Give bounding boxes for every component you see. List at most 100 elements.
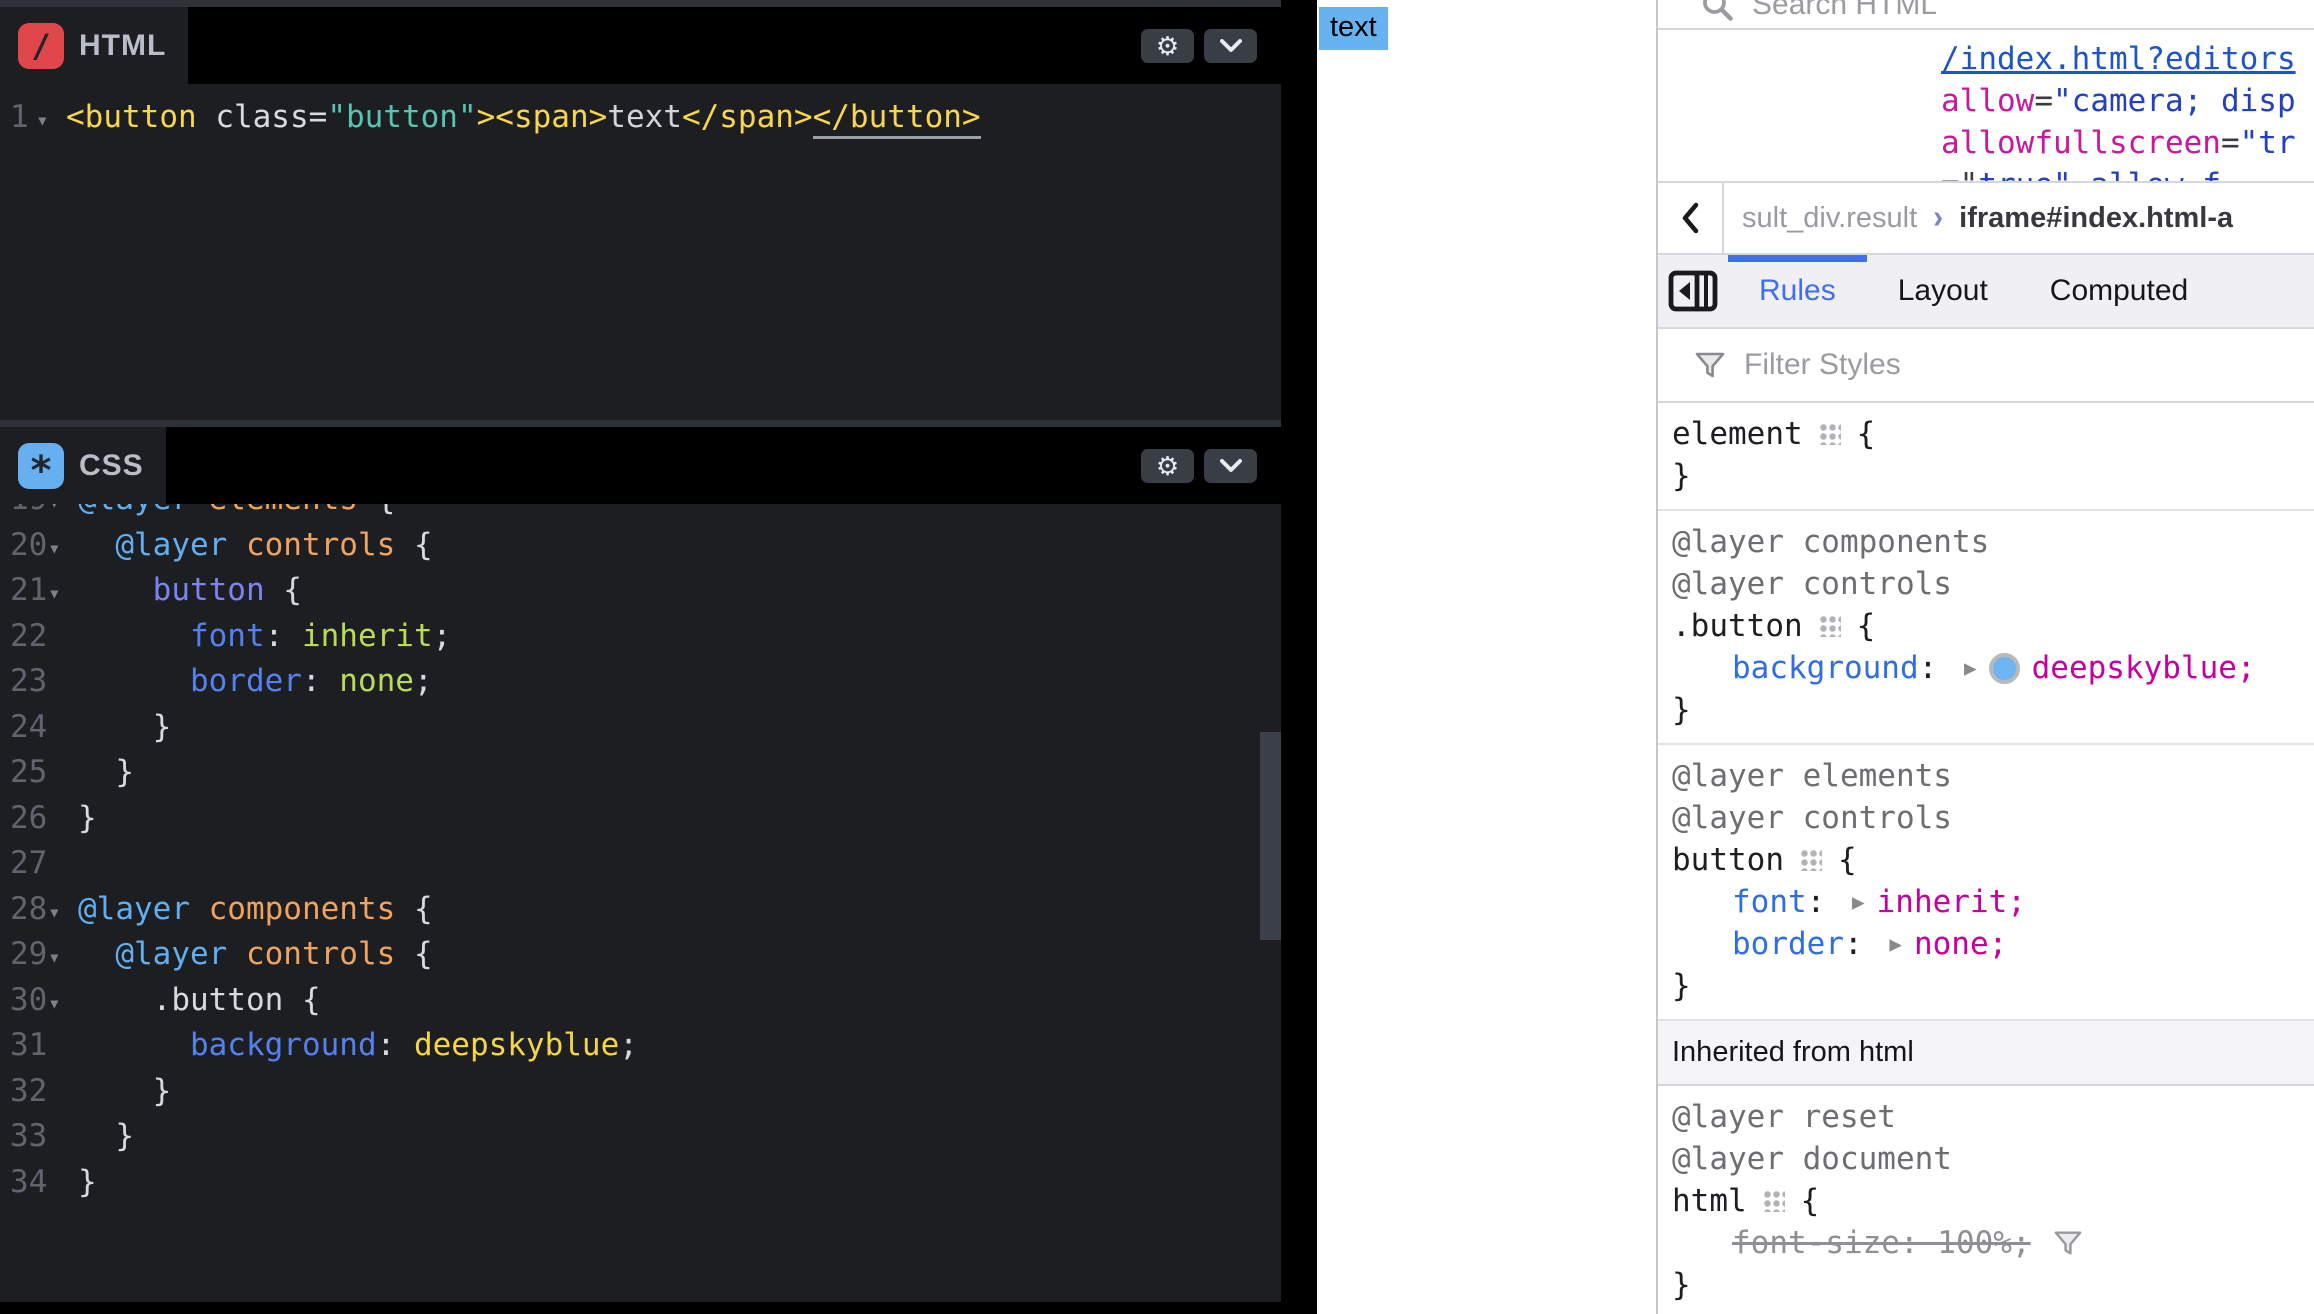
close-brace: } <box>1672 1264 2314 1306</box>
rule-selector[interactable]: button <box>1672 839 1784 881</box>
overridden-filter-icon[interactable] <box>2053 1228 2083 1258</box>
preview-text-button[interactable]: text <box>1319 7 1388 50</box>
token: ; <box>619 1027 638 1063</box>
code-line[interactable]: 28▾@layer components { <box>0 887 1281 933</box>
preview-pane: text <box>1317 0 1656 1314</box>
property-value[interactable]: none; <box>1914 923 2007 965</box>
fold-arrow-icon[interactable]: ▾ <box>48 571 78 617</box>
token: ; <box>414 663 433 699</box>
tab-layout[interactable]: Layout <box>1867 255 2019 327</box>
token: { <box>283 982 320 1018</box>
css-rule[interactable]: @layer reset@layer documenthtml{font-siz… <box>1658 1086 2314 1314</box>
css-editor-scrollbar[interactable] <box>1260 732 1281 940</box>
html-logo-icon: / <box>18 23 64 69</box>
declaration[interactable]: font: ▶inherit; <box>1672 881 2314 923</box>
markup-view[interactable]: /index.html?editorsallow="camera; dispal… <box>1658 30 2314 183</box>
code-text: @layer components { <box>78 887 433 933</box>
breadcrumb-item[interactable]: iframe#index.html-a <box>1959 202 2233 235</box>
code-line[interactable]: 31 background: deepskyblue; <box>0 1023 1281 1069</box>
rule-selector[interactable]: .button <box>1672 605 1803 647</box>
token: : <box>265 618 302 654</box>
breadcrumb-separator-icon: › <box>1933 199 1943 236</box>
token: } <box>78 1073 171 1109</box>
rule-selector[interactable]: html <box>1672 1180 1747 1222</box>
selector-line[interactable]: button{ <box>1672 839 2314 881</box>
css-rule[interactable]: @layer components@layer controls.button{… <box>1658 511 2314 745</box>
property-name[interactable]: border <box>1732 923 1844 965</box>
sidebar-collapse-icon <box>1668 270 1718 312</box>
code-line[interactable]: 1▾<button class="button"><span>text</spa… <box>0 95 1281 141</box>
selector-highlighter-icon[interactable] <box>1819 615 1841 637</box>
markup-line[interactable]: allowfullscreen="tr <box>1941 122 2314 164</box>
token: .button <box>78 982 283 1018</box>
fold-arrow-icon[interactable]: ▾ <box>48 935 78 981</box>
code-line[interactable]: 34} <box>0 1160 1281 1206</box>
filter-styles-input[interactable]: Filter Styles <box>1658 329 2314 403</box>
code-line[interactable]: 30▾ .button { <box>0 978 1281 1024</box>
property-value[interactable]: deepskyblue; <box>2032 647 2256 689</box>
fold-arrow-icon[interactable]: ▾ <box>36 98 66 144</box>
code-line[interactable]: 33 } <box>0 1114 1281 1160</box>
markup-line[interactable]: /index.html?editors <box>1941 38 2314 80</box>
layer-label: @layer reset <box>1672 1096 2314 1138</box>
panel-divider[interactable] <box>0 0 1281 7</box>
selector-line[interactable]: .button{ <box>1672 605 2314 647</box>
code-line[interactable]: 20▾ @layer controls { <box>0 523 1281 569</box>
code-line[interactable]: 26} <box>0 796 1281 842</box>
tab-rules[interactable]: Rules <box>1728 255 1867 327</box>
tab-css-editor[interactable]: * CSS <box>0 427 166 504</box>
token: <button <box>66 99 197 135</box>
fold-arrow-icon[interactable]: ▾ <box>48 981 78 1027</box>
selector-highlighter-icon[interactable] <box>1819 423 1841 445</box>
code-text: } <box>78 705 171 751</box>
sidebar-toggle-button[interactable] <box>1658 255 1728 327</box>
color-swatch[interactable] <box>1989 653 2020 684</box>
markup-line[interactable]: ="true" allow-f <box>1941 164 2314 183</box>
css-rule[interactable]: element{} <box>1658 403 2314 511</box>
breadcrumb-back-button[interactable] <box>1658 183 1724 253</box>
property-name[interactable]: font <box>1732 881 1807 923</box>
expand-arrow-icon[interactable]: ▶ <box>1852 881 1865 923</box>
code-line[interactable]: 25 } <box>0 750 1281 796</box>
css-rule[interactable]: @layer elements@layer controlsbutton{fon… <box>1658 745 2314 1021</box>
selector-line[interactable]: html{ <box>1672 1180 2314 1222</box>
html-collapse-button[interactable] <box>1204 29 1257 63</box>
expand-arrow-icon[interactable]: ▶ <box>1964 647 1977 689</box>
css-settings-button[interactable]: ⚙ <box>1141 449 1194 483</box>
selector-highlighter-icon[interactable] <box>1763 1190 1785 1212</box>
chevron-down-icon <box>1220 459 1242 473</box>
rule-selector[interactable]: element <box>1672 413 1803 455</box>
selector-line[interactable]: element{ <box>1672 413 2314 455</box>
html-settings-button[interactable]: ⚙ <box>1141 29 1194 63</box>
panel-divider[interactable] <box>0 420 1281 427</box>
css-collapse-button[interactable] <box>1204 449 1257 483</box>
expand-arrow-icon[interactable]: ▶ <box>1889 923 1902 965</box>
code-line[interactable]: 21▾ button { <box>0 568 1281 614</box>
css-code-area[interactable]: 19▾@layer elements {20▾ @layer controls … <box>0 477 1281 1205</box>
breadcrumb-item[interactable]: sult_div.result <box>1742 202 1917 235</box>
declaration[interactable]: border: ▶none; <box>1672 923 2314 965</box>
search-box[interactable]: Search HTML <box>1700 0 1937 22</box>
property-name[interactable]: background <box>1732 647 1919 689</box>
code-line[interactable]: 23 border: none; <box>0 659 1281 705</box>
code-line[interactable]: 24 } <box>0 705 1281 751</box>
code-line[interactable]: 32 } <box>0 1069 1281 1115</box>
declaration[interactable]: background: ▶deepskyblue; <box>1672 647 2314 689</box>
tab-html-editor[interactable]: / HTML <box>0 7 188 84</box>
devtools-search-row[interactable]: Search HTML <box>1658 0 2314 30</box>
selector-highlighter-icon[interactable] <box>1800 849 1822 871</box>
token: border <box>78 663 302 699</box>
line-number: 33 <box>0 1114 48 1160</box>
fold-arrow-icon[interactable]: ▾ <box>48 890 78 936</box>
chevron-left-icon <box>1680 202 1700 234</box>
html-code-area[interactable]: 1▾<button class="button"><span>text</spa… <box>0 95 1281 141</box>
declaration[interactable]: font-size: 100%; <box>1672 1222 2314 1264</box>
markup-line[interactable]: allow="camera; disp <box>1941 80 2314 122</box>
code-line[interactable]: 22 font: inherit; <box>0 614 1281 660</box>
line-number: 29 <box>0 932 48 978</box>
property-value[interactable]: inherit; <box>1877 881 2026 923</box>
code-line[interactable]: 27 <box>0 841 1281 887</box>
fold-arrow-icon[interactable]: ▾ <box>48 526 78 572</box>
code-line[interactable]: 29▾ @layer controls { <box>0 932 1281 978</box>
tab-computed[interactable]: Computed <box>2019 255 2219 327</box>
